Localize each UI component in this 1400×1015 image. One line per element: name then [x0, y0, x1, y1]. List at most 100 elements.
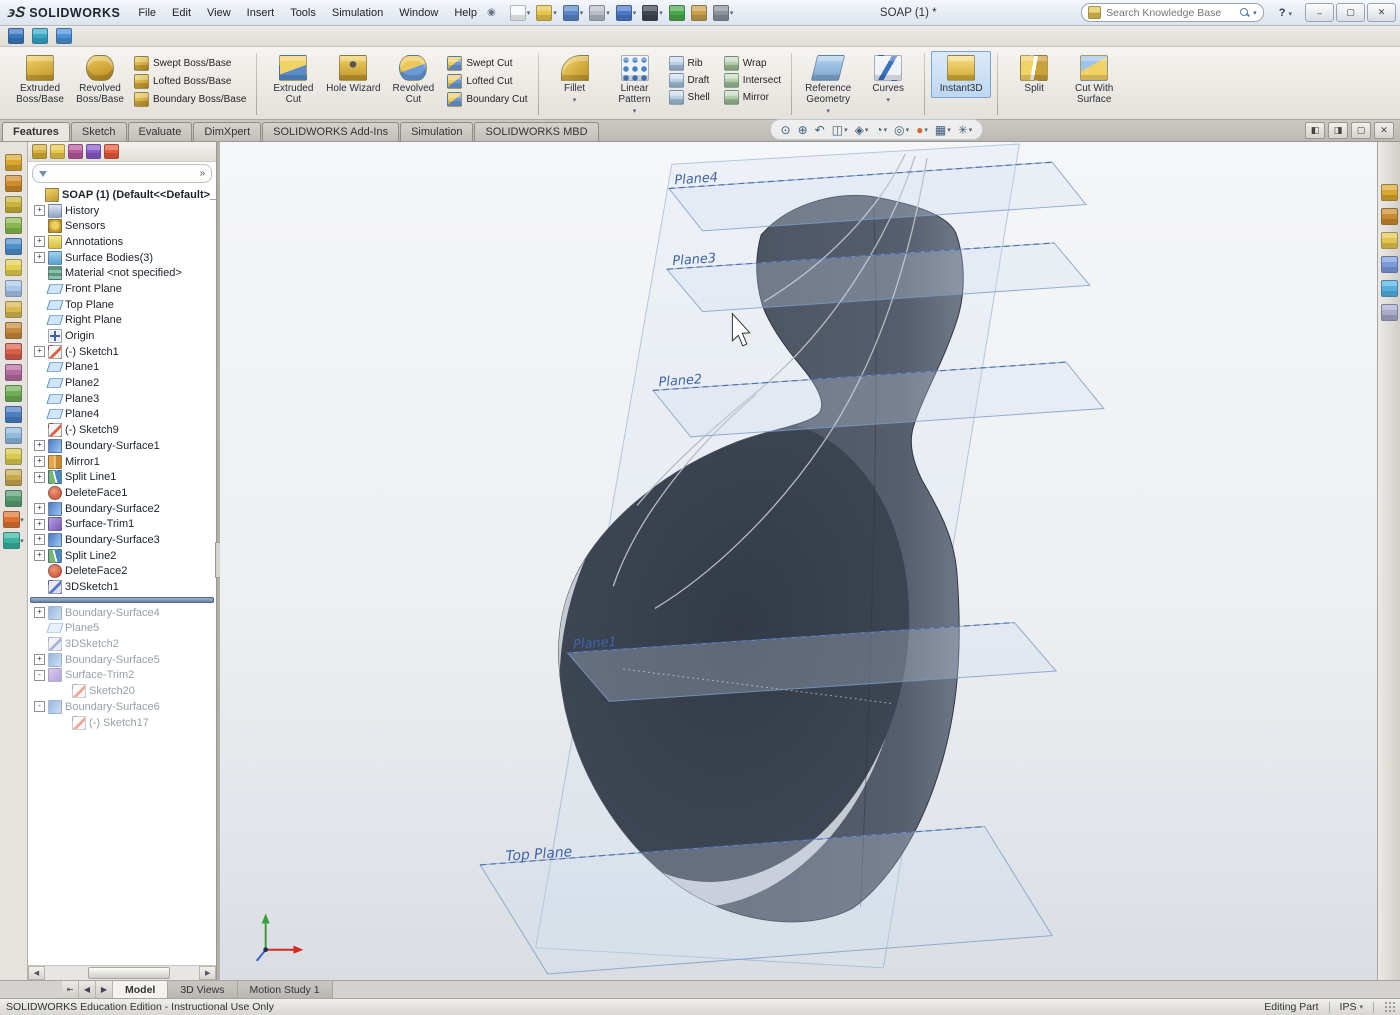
tree-item[interactable]: - Boundary-Surface6	[28, 699, 216, 715]
previous-window-icon[interactable]: ◧	[1305, 122, 1325, 139]
dropdown-caret-icon[interactable]: ▾	[844, 126, 848, 134]
tree-item[interactable]: (-) Sketch9	[28, 422, 216, 438]
secondary-toolbar-button[interactable]	[6, 27, 26, 45]
ribbon-button[interactable]: Swept Boss/Base	[132, 56, 248, 71]
tree-item[interactable]: Front Plane	[28, 281, 216, 297]
ribbon-button[interactable]: Lofted Cut	[445, 74, 529, 89]
tree-item[interactable]: Top Plane	[28, 297, 216, 313]
ribbon-button[interactable]: Split	[1004, 51, 1064, 109]
left-toolbar-button[interactable]	[5, 280, 22, 297]
document-tab[interactable]: Model	[113, 981, 168, 998]
heads-up-button[interactable]: ◈ ▾	[853, 124, 871, 136]
left-toolbar-button[interactable]	[5, 406, 22, 423]
tab-nav-button[interactable]: ⇤	[62, 981, 79, 998]
heads-up-button[interactable]: ◎ ▾	[892, 124, 911, 136]
secondary-toolbar-button[interactable]	[30, 27, 50, 45]
dropdown-caret-icon[interactable]: ▾	[20, 516, 24, 524]
ribbon-button[interactable]: Wrap	[722, 56, 783, 71]
dropdown-caret-icon[interactable]: ▾	[527, 9, 531, 17]
left-toolbar-button[interactable]	[5, 385, 22, 402]
left-toolbar-button[interactable]	[5, 490, 22, 507]
ribbon-button[interactable]: Extruded Cut	[263, 51, 323, 109]
doc-close-icon[interactable]: ✕	[1374, 122, 1394, 139]
quick-access-button[interactable]	[667, 4, 687, 22]
left-toolbar-button[interactable]	[5, 427, 22, 444]
tree-item[interactable]: DeleteFace1	[28, 485, 216, 501]
command-tab[interactable]: Evaluate	[128, 122, 193, 141]
tree-item[interactable]: Plane5	[28, 621, 216, 637]
close-button[interactable]: ✕	[1367, 3, 1396, 22]
dropdown-caret-icon[interactable]: ▾	[865, 126, 869, 134]
left-toolbar-button[interactable]	[5, 217, 22, 234]
search-icon[interactable]	[1239, 7, 1250, 18]
scrollbar-thumb[interactable]	[88, 967, 170, 979]
expand-toggle[interactable]: -	[34, 670, 45, 681]
resize-grip[interactable]	[1384, 1001, 1396, 1013]
expand-toggle[interactable]: +	[34, 346, 45, 357]
left-toolbar-button[interactable]: ▾	[3, 532, 24, 549]
tree-filter[interactable]: »	[32, 164, 212, 183]
quick-access-button[interactable]: ▾	[614, 4, 639, 22]
plane-label[interactable]: Plane4	[674, 170, 719, 188]
displaymanager-icon[interactable]	[104, 144, 119, 159]
tree-item[interactable]: + History	[28, 203, 216, 219]
tree-item[interactable]: Sensors	[28, 218, 216, 234]
menu-item[interactable]: File	[130, 3, 164, 23]
viewport-canvas[interactable]: Plane4 Plane3 Plane2 Plane1 Top Plane	[220, 142, 1377, 980]
tab-nav-button[interactable]: ▶	[96, 981, 113, 998]
tree-filter-input[interactable]	[51, 167, 196, 180]
ribbon-button[interactable]: Curves ▾	[858, 51, 918, 119]
dimxpertmanager-icon[interactable]	[86, 144, 101, 159]
command-tab[interactable]: Simulation	[400, 122, 473, 141]
ribbon-button[interactable]: Rib	[667, 56, 712, 71]
plane-label[interactable]: Plane2	[658, 372, 703, 390]
expand-toggle[interactable]: -	[34, 701, 45, 712]
heads-up-button[interactable]: ⊕	[796, 124, 810, 136]
heads-up-button[interactable]: ● ▾	[914, 124, 930, 136]
ribbon-button[interactable]: Boundary Cut	[445, 92, 529, 107]
tree-item[interactable]: + (-) Sketch1	[28, 344, 216, 360]
tree-item[interactable]: 3DSketch2	[28, 636, 216, 652]
ribbon-button[interactable]: Linear Pattern ▾	[605, 51, 665, 119]
left-toolbar-button[interactable]	[5, 469, 22, 486]
expand-toggle[interactable]: +	[34, 440, 45, 451]
tree-item[interactable]: (-) Sketch17	[28, 715, 216, 731]
command-tab[interactable]: DimXpert	[193, 122, 261, 141]
tree-item[interactable]: + Boundary-Surface1	[28, 438, 216, 454]
dropdown-caret-icon[interactable]: ▾	[606, 9, 610, 17]
search-caret-icon[interactable]: ▾	[1253, 9, 1257, 17]
command-tab[interactable]: SOLIDWORKS Add-Ins	[262, 122, 399, 141]
heads-up-button[interactable]: ↶	[813, 124, 827, 136]
heads-up-button[interactable]: ▦ ▾	[933, 124, 953, 136]
tree-item[interactable]: + Split Line1	[28, 469, 216, 485]
dropdown-caret-icon[interactable]: ▾	[20, 537, 24, 545]
command-tab[interactable]: SOLIDWORKS MBD	[474, 122, 598, 141]
expand-toggle[interactable]: +	[34, 503, 45, 514]
expand-toggle[interactable]: +	[34, 654, 45, 665]
tree-item[interactable]: Material <not specified>	[28, 265, 216, 281]
left-toolbar-button[interactable]: ▾	[3, 511, 24, 528]
ribbon-button[interactable]: Draft	[667, 73, 712, 88]
document-tab[interactable]: Motion Study 1	[238, 981, 333, 998]
tree-item[interactable]: + Boundary-Surface5	[28, 652, 216, 668]
left-toolbar-button[interactable]	[5, 448, 22, 465]
manager-overflow-chevron[interactable]: »	[200, 168, 206, 179]
expand-toggle[interactable]: +	[34, 607, 45, 618]
solidworks-resources-icon[interactable]	[1381, 184, 1398, 201]
dropdown-caret-icon[interactable]: ▾	[553, 9, 557, 17]
left-toolbar-button[interactable]	[5, 175, 22, 192]
tree-item[interactable]: 3DSketch1	[28, 579, 216, 595]
quick-access-button[interactable]: ▾	[640, 4, 665, 22]
scroll-right-button[interactable]: ▶	[199, 966, 216, 980]
heads-up-button[interactable]: ✳ ▾	[956, 124, 975, 136]
menu-item[interactable]: View	[199, 3, 239, 23]
ribbon-button[interactable]: Shell	[667, 90, 712, 105]
configurationmanager-icon[interactable]	[68, 144, 83, 159]
tree-item[interactable]: - Surface-Trim2	[28, 668, 216, 684]
expand-toggle[interactable]: +	[34, 534, 45, 545]
restore-button[interactable]: ▢	[1336, 3, 1365, 22]
tree-item[interactable]: + Split Line2	[28, 548, 216, 564]
tree-item[interactable]: + Boundary-Surface2	[28, 501, 216, 517]
next-window-icon[interactable]: ◨	[1328, 122, 1348, 139]
menu-item[interactable]: Insert	[239, 3, 283, 23]
